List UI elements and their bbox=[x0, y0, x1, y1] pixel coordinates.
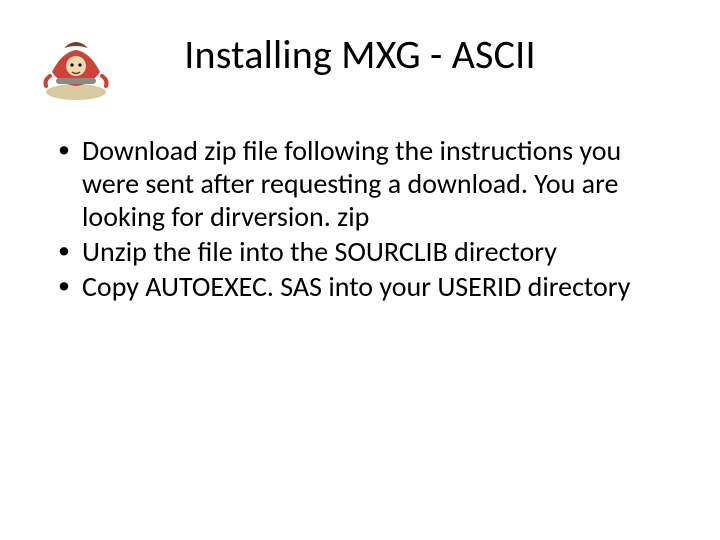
bullet-item: Download zip file following the instruct… bbox=[52, 134, 664, 233]
bullet-item: Unzip the file into the SOURCLIB directo… bbox=[52, 235, 664, 268]
slide: Installing MXG - ASCII Download zip file… bbox=[0, 0, 720, 540]
slide-title: Installing MXG - ASCII bbox=[0, 30, 720, 79]
bullet-item: Copy AUTOEXEC. SAS into your USERID dire… bbox=[52, 270, 664, 303]
bullet-list: Download zip file following the instruct… bbox=[52, 134, 664, 305]
